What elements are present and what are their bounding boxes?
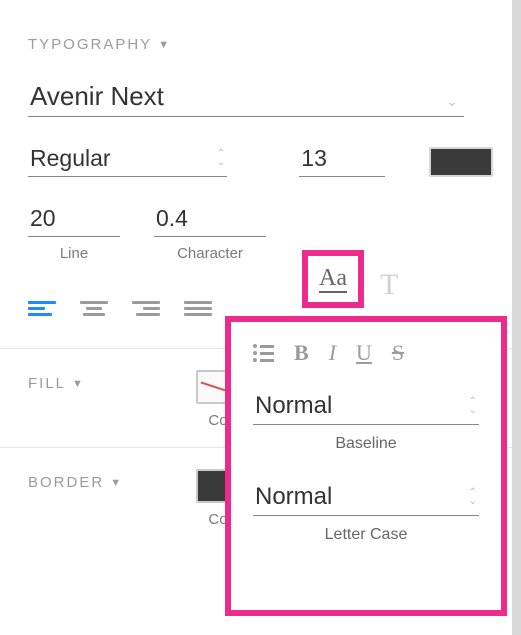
collapse-triangle-icon: ▼ (110, 477, 123, 489)
text-options-icon[interactable]: Aa (319, 266, 347, 293)
font-family-value: Avenir Next (30, 81, 164, 112)
font-weight-value: Regular (30, 145, 111, 172)
border-header-label: BORDER (28, 474, 104, 491)
letter-case-field[interactable]: Normal ⌃⌄ (253, 479, 479, 516)
character-spacing-field[interactable]: 0.4 (154, 199, 266, 237)
scrollbar-track[interactable] (512, 0, 521, 635)
stepper-icon: ⌃⌄ (217, 149, 225, 167)
fill-header-label: FILL (28, 375, 66, 392)
character-spacing-value: 0.4 (156, 205, 188, 232)
font-family-field[interactable]: Avenir Next ⌄ (28, 75, 464, 117)
font-size-field[interactable]: 13 (299, 139, 385, 177)
stepper-icon: ⌃⌄ (469, 488, 477, 506)
line-height-field[interactable]: 20 (28, 199, 120, 237)
align-right-button[interactable] (132, 298, 160, 318)
text-options-button-highlight: Aa (302, 250, 364, 308)
chevron-down-icon: ⌄ (446, 93, 458, 110)
collapse-triangle-icon: ▼ (158, 39, 171, 51)
collapse-triangle-icon: ▼ (72, 378, 85, 390)
line-height-value: 20 (30, 205, 56, 232)
font-weight-field[interactable]: Regular ⌃⌄ (28, 139, 227, 177)
text-options-popover-highlight: B I U S Normal ⌃⌄ Baseline Normal ⌃⌄ Let… (225, 316, 507, 616)
underline-button[interactable]: U (356, 340, 372, 366)
line-label: Line (28, 245, 120, 262)
letter-case-label: Letter Case (253, 526, 479, 544)
font-size-value: 13 (301, 145, 327, 172)
align-justify-button[interactable] (184, 298, 212, 318)
typography-section-header[interactable]: TYPOGRAPHY ▼ (28, 0, 493, 65)
align-left-button[interactable] (28, 298, 56, 318)
letter-case-value: Normal (255, 483, 332, 510)
character-label: Character (154, 245, 266, 262)
italic-button[interactable]: I (329, 340, 336, 366)
text-color-swatch[interactable] (429, 147, 493, 177)
stepper-icon: ⌃⌄ (469, 397, 477, 415)
baseline-field[interactable]: Normal ⌃⌄ (253, 388, 479, 425)
strikethrough-button[interactable]: S (392, 340, 404, 366)
baseline-label: Baseline (253, 435, 479, 453)
bold-button[interactable]: B (294, 340, 309, 366)
baseline-value: Normal (255, 392, 332, 419)
typography-header-label: TYPOGRAPHY (28, 36, 152, 53)
align-center-button[interactable] (80, 298, 108, 318)
list-icon[interactable] (253, 344, 274, 362)
